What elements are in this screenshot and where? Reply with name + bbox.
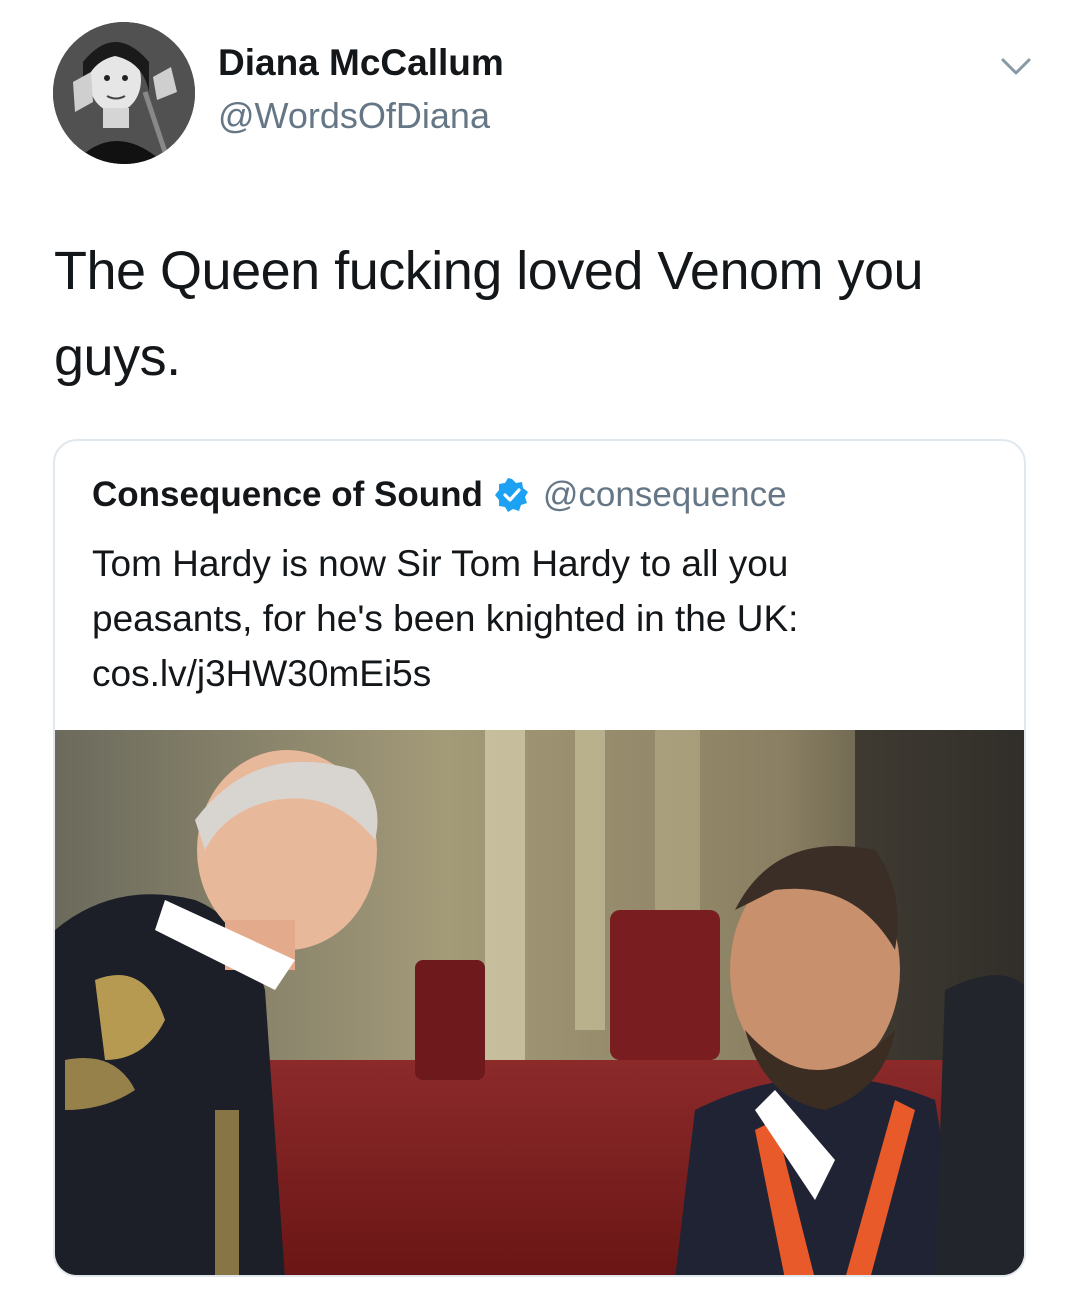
- chevron-down-icon[interactable]: [1000, 56, 1032, 78]
- quoted-tweet-photo[interactable]: [55, 730, 1024, 1275]
- quoted-text-link[interactable]: cos.lv/j3HW30mEi5s: [92, 646, 992, 701]
- author-display-name[interactable]: Diana McCallum: [218, 42, 504, 84]
- quoted-author-handle: @consequence: [542, 475, 787, 514]
- quoted-tweet-header: Consequence of Sound @consequence: [92, 473, 787, 517]
- verified-badge-icon: [494, 478, 529, 512]
- avatar-photo: [53, 22, 195, 164]
- quoted-author-name: Consequence of Sound: [92, 475, 483, 514]
- tweet-text-line: The Queen fucking loved Venom you: [54, 241, 924, 301]
- tweet-text-line: guys.: [54, 327, 181, 387]
- quoted-text-line: peasants, for he's been knighted in the …: [92, 598, 799, 639]
- quoted-tweet-text: Tom Hardy is now Sir Tom Hardy to all yo…: [92, 536, 992, 701]
- author-handle[interactable]: @WordsOfDiana: [218, 95, 490, 137]
- quoted-tweet-card[interactable]: Consequence of Sound @consequence Tom Ha…: [53, 439, 1026, 1277]
- author-avatar[interactable]: [53, 22, 195, 164]
- tweet-text: The Queen fucking loved Venom you guys.: [54, 228, 1014, 400]
- quoted-text-line: Tom Hardy is now Sir Tom Hardy to all yo…: [92, 543, 789, 584]
